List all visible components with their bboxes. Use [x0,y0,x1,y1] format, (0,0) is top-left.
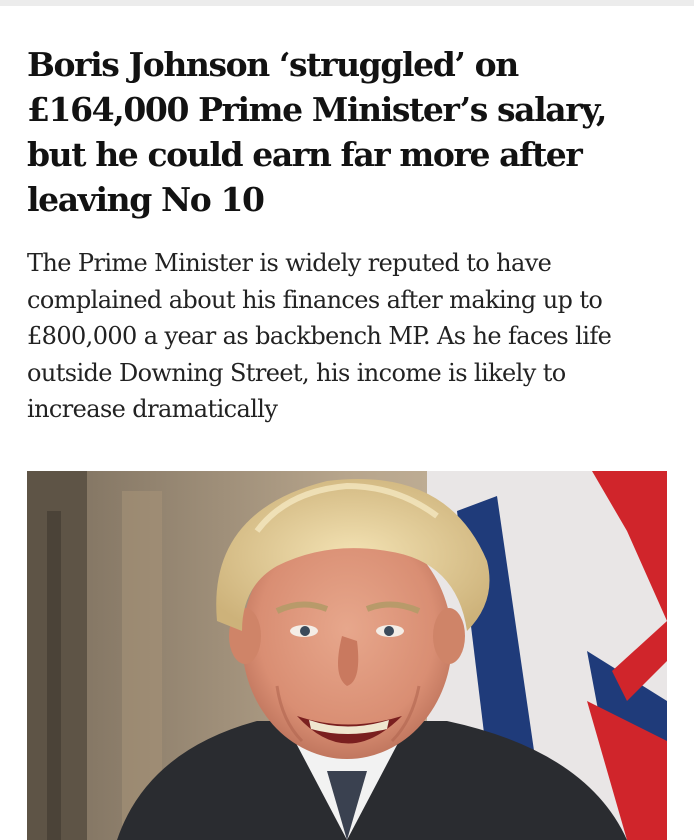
article-photo[interactable] [27,471,667,840]
article-standfirst: The Prime Minister is widely reputed to … [27,249,612,423]
top-divider [0,0,694,6]
photo-illustration [27,471,667,840]
article: Boris Johnson ‘struggled’ on £164,000 Pr… [27,42,667,428]
article-headline[interactable]: Boris Johnson ‘struggled’ on £164,000 Pr… [27,42,667,222]
